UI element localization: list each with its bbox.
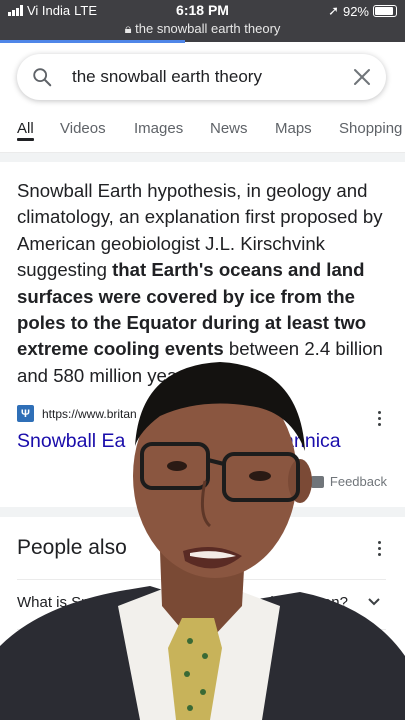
tab-all[interactable]: All [17,120,34,137]
location-icon: ➚ [328,3,339,18]
search-tabs: All Videos Images News Maps Shopping [0,112,405,153]
tab-news[interactable]: News [210,120,248,137]
active-tab-indicator [17,138,34,141]
search-input[interactable]: the snowball earth theory [72,67,262,87]
webcam-presenter-overlay [0,362,405,720]
status-bar: Vi India LTE 6:18 PM ➚ 92% 🔒︎ the snowba… [0,0,405,42]
search-box[interactable]: the snowball earth theory [17,54,386,100]
page-load-progress [0,40,185,43]
status-right: ➚ 92% [328,3,397,19]
address-bar[interactable]: 🔒︎ the snowball earth theory [0,21,405,37]
battery-icon [373,5,397,17]
search-icon[interactable] [31,66,53,88]
lock-icon: 🔒︎ [124,21,132,36]
section-divider [0,153,405,162]
tab-images[interactable]: Images [134,120,183,137]
address-text: the snowball earth theory [135,21,281,36]
battery-percent: 92% [342,3,369,19]
tab-videos[interactable]: Videos [60,120,106,137]
close-icon[interactable] [350,65,374,89]
tab-shopping[interactable]: Shopping [339,120,402,137]
tab-maps[interactable]: Maps [275,120,312,137]
